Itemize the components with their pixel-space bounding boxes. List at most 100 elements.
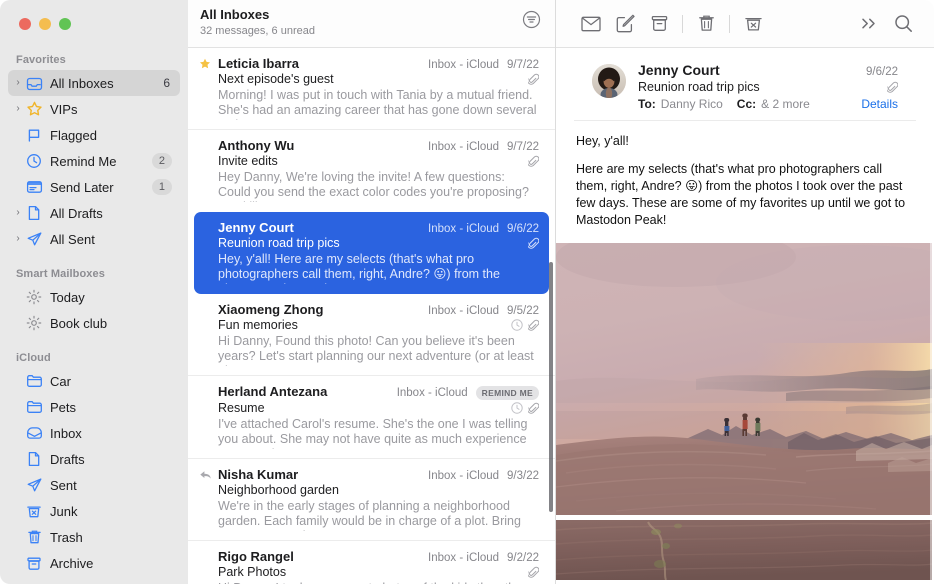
minimize-button[interactable] bbox=[39, 18, 51, 30]
message-list-item[interactable]: Herland Antezana Inbox - iCloud REMIND M… bbox=[188, 376, 555, 459]
message-list-item[interactable]: Anthony Wu Inbox - iCloud 9/7/22 Invite … bbox=[188, 130, 555, 212]
junk-bin-icon bbox=[24, 504, 44, 519]
message-sender: Jenny Court bbox=[218, 220, 294, 235]
sidebar-item-label: Drafts bbox=[50, 451, 85, 467]
sidebar-item-label: Junk bbox=[50, 503, 78, 519]
filter-icon[interactable] bbox=[522, 10, 541, 29]
photo-red-rock-ground[interactable] bbox=[556, 520, 932, 580]
message-subject: Park Photos bbox=[218, 565, 287, 579]
message-header: Jenny Court 9/6/22 Reunion road trip pic… bbox=[574, 48, 916, 121]
folder-icon bbox=[24, 400, 44, 414]
to-value[interactable]: Danny Rico bbox=[661, 97, 723, 111]
message-sender: Xiaomeng Zhong bbox=[218, 302, 324, 317]
sidebar-item-car[interactable]: › Car bbox=[8, 368, 180, 394]
photo-sunset-desert-hikers[interactable] bbox=[556, 243, 932, 515]
sidebar-item-inbox[interactable]: › Inbox bbox=[8, 420, 180, 446]
message-preview: Hey Danny, We're loving the invite! A fe… bbox=[218, 170, 529, 202]
sidebar-item-all-inboxes[interactable]: › All Inboxes 6 bbox=[8, 70, 180, 96]
sidebar-item-send-later[interactable]: › Send Later 1 bbox=[8, 174, 180, 200]
paper-plane-icon bbox=[24, 231, 44, 247]
sidebar-item-vips[interactable]: › VIPs bbox=[8, 96, 180, 122]
paperclip-icon bbox=[528, 237, 539, 250]
to-label: To: bbox=[638, 97, 656, 111]
send-later-icon bbox=[24, 180, 44, 194]
sidebar-item-junk[interactable]: › Junk bbox=[8, 498, 180, 524]
more-button[interactable] bbox=[852, 9, 886, 39]
reader-toolbar bbox=[556, 0, 934, 48]
paperclip-icon bbox=[528, 402, 539, 415]
attachment-list bbox=[556, 243, 934, 580]
sidebar-item-label: Flagged bbox=[50, 127, 97, 143]
message-list-item-selected[interactable]: Jenny Court Inbox - iCloud 9/6/22 Reunio… bbox=[194, 212, 549, 294]
message-mailbox: Inbox - iCloud bbox=[428, 552, 500, 564]
message-sender-name: Jenny Court bbox=[638, 62, 720, 78]
sidebar-item-today[interactable]: › Today bbox=[8, 284, 180, 310]
clock-icon bbox=[511, 402, 523, 414]
chevron-right-icon[interactable]: › bbox=[12, 104, 24, 114]
message-subject: Invite edits bbox=[218, 154, 278, 168]
message-sender: Leticia Ibarra bbox=[218, 56, 299, 71]
message-list-item[interactable]: Nisha Kumar Inbox - iCloud 9/3/22 Neighb… bbox=[188, 459, 555, 541]
message-sender: Anthony Wu bbox=[218, 138, 295, 153]
sidebar-item-label: Trash bbox=[50, 529, 83, 545]
compose-button[interactable] bbox=[608, 9, 642, 39]
folder-icon bbox=[24, 374, 44, 388]
body-paragraph: Here are my selects (that's what pro pho… bbox=[576, 162, 906, 227]
message-mailbox: Inbox - iCloud bbox=[428, 141, 500, 153]
gear-icon bbox=[24, 289, 44, 305]
close-button[interactable] bbox=[19, 18, 31, 30]
message-subject: Neighborhood garden bbox=[218, 483, 339, 497]
message-date: 9/6/22 bbox=[507, 223, 539, 235]
archive-button[interactable] bbox=[642, 9, 676, 39]
scrollbar-thumb[interactable] bbox=[549, 262, 553, 512]
junk-button[interactable] bbox=[736, 9, 770, 39]
message-sender: Herland Antezana bbox=[218, 384, 328, 399]
message-mailbox: Inbox - iCloud bbox=[428, 305, 500, 317]
sidebar-item-book-club[interactable]: › Book club bbox=[8, 310, 180, 336]
message-mailbox: Inbox - iCloud bbox=[428, 223, 500, 235]
body-paragraph: Hey, y'all! bbox=[576, 134, 629, 148]
chevron-right-icon[interactable]: › bbox=[12, 208, 24, 218]
message-body: Hey, y'all! Here are my selects (that's … bbox=[556, 121, 934, 239]
message-list-item[interactable]: Leticia Ibarra Inbox - iCloud 9/7/22 Nex… bbox=[188, 48, 555, 130]
sidebar-item-sent[interactable]: › Sent bbox=[8, 472, 180, 498]
cc-value[interactable]: & 2 more bbox=[761, 97, 810, 111]
sidebar-item-pets[interactable]: › Pets bbox=[8, 394, 180, 420]
zoom-button[interactable] bbox=[59, 18, 71, 30]
inbox-tray-icon bbox=[24, 76, 44, 91]
delete-button[interactable] bbox=[689, 9, 723, 39]
chevron-right-icon[interactable]: › bbox=[12, 234, 24, 244]
message-list-scrollbar[interactable] bbox=[549, 52, 554, 522]
sidebar-item-remind-me[interactable]: › Remind Me 2 bbox=[8, 148, 180, 174]
sidebar-item-label: VIPs bbox=[50, 101, 78, 117]
message-list-item[interactable]: Xiaomeng Zhong Inbox - iCloud 9/5/22 Fun… bbox=[188, 294, 555, 376]
clock-icon bbox=[511, 319, 523, 331]
mark-unread-button[interactable] bbox=[574, 9, 608, 39]
message-subject: Reunion road trip pics bbox=[638, 80, 760, 94]
paperclip-icon bbox=[528, 566, 539, 579]
sidebar-item-label: All Drafts bbox=[50, 205, 103, 221]
message-list-pane: All Inboxes 32 messages, 6 unread Letici… bbox=[188, 0, 556, 584]
sidebar-item-all-sent[interactable]: › All Sent bbox=[8, 226, 180, 252]
sidebar-item-flagged[interactable]: › Flagged bbox=[8, 122, 180, 148]
message-list-header: All Inboxes 32 messages, 6 unread bbox=[188, 0, 555, 48]
sidebar-item-drafts[interactable]: › Drafts bbox=[8, 446, 180, 472]
search-icon[interactable] bbox=[886, 9, 920, 39]
message-preview: I've attached Carol's resume. She's the … bbox=[218, 417, 528, 449]
sidebar-item-archive[interactable]: › Archive bbox=[8, 550, 180, 576]
message-date: 9/5/22 bbox=[507, 305, 539, 317]
message-preview: We're in the early stages of planning a … bbox=[218, 499, 521, 531]
message-subject: Next episode's guest bbox=[218, 72, 334, 86]
sidebar-item-label: All Sent bbox=[50, 231, 95, 247]
paperclip-icon bbox=[528, 73, 539, 86]
details-link[interactable]: Details bbox=[861, 97, 898, 111]
message-preview: Morning! I was put in touch with Tania b… bbox=[218, 88, 537, 120]
sidebar-item-all-drafts[interactable]: › All Drafts bbox=[8, 200, 180, 226]
sidebar-item-trash[interactable]: › Trash bbox=[8, 524, 180, 550]
sidebar-item-badge: 1 bbox=[151, 179, 172, 195]
message-list-item[interactable]: Rigo Rangel Inbox - iCloud 9/2/22 Park P… bbox=[188, 541, 555, 584]
message-date: 9/2/22 bbox=[507, 552, 539, 564]
chevron-right-icon[interactable]: › bbox=[12, 78, 24, 88]
document-icon bbox=[24, 451, 44, 467]
paper-plane-icon bbox=[24, 477, 44, 493]
